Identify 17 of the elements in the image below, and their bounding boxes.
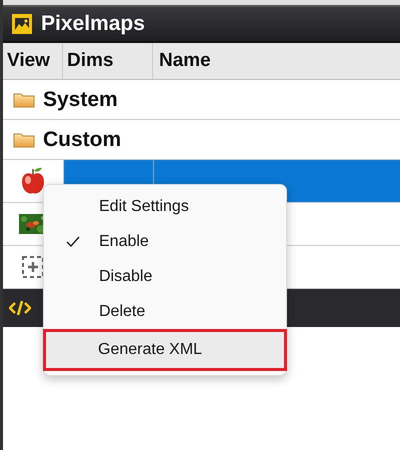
menu-item[interactable]: Delete <box>47 294 283 329</box>
menu-item[interactable]: Enable <box>47 224 283 259</box>
folder-icon <box>13 132 35 148</box>
menu-item[interactable]: Disable <box>47 259 283 294</box>
menu-item[interactable]: Edit Settings <box>47 189 283 224</box>
code-icon[interactable] <box>9 300 31 316</box>
folder-label[interactable]: System <box>43 88 118 112</box>
column-header[interactable]: Dims <box>63 43 153 79</box>
column-header[interactable]: View <box>3 43 63 79</box>
image-icon <box>11 13 33 35</box>
apple-icon <box>20 166 46 196</box>
add-icon[interactable] <box>22 256 44 278</box>
folder-icon <box>13 92 35 108</box>
column-header[interactable]: Name <box>153 43 211 79</box>
panel-title: Pixelmaps <box>41 12 145 36</box>
menu-item[interactable]: Generate XML <box>43 329 287 371</box>
folder-label[interactable]: Custom <box>43 128 122 152</box>
